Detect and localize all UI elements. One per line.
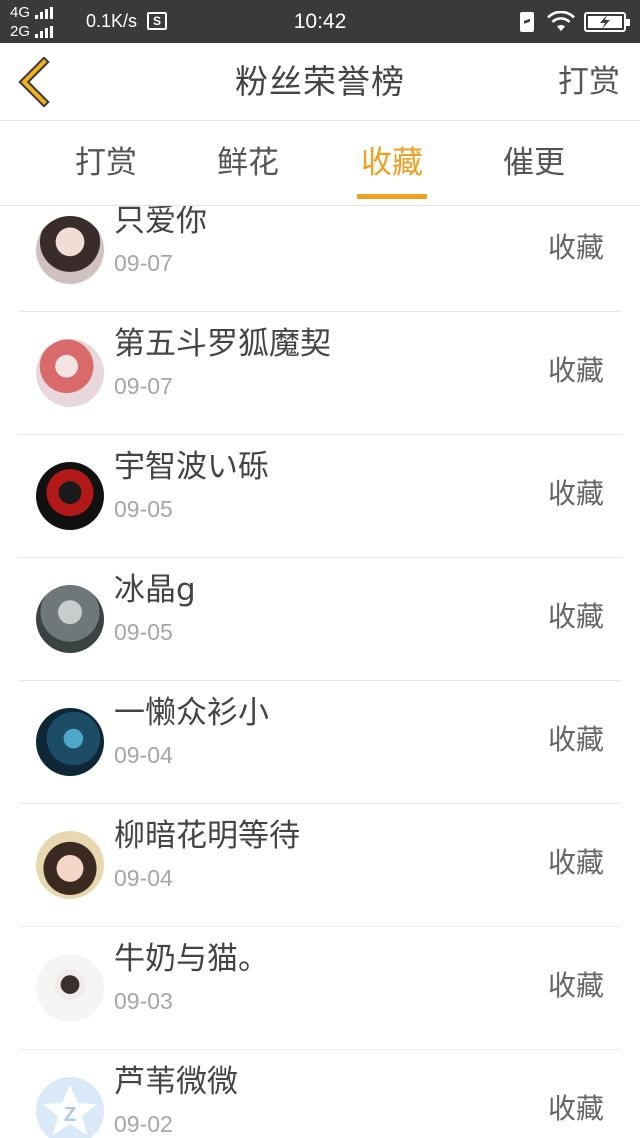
page-title: 粉丝荣誉榜 (235, 62, 405, 101)
avatar (36, 831, 104, 899)
fan-name: 冰晶g (114, 572, 196, 608)
fan-action-label: 收藏 (547, 846, 604, 879)
fan-name: 第五斗罗狐魔契 (114, 326, 331, 362)
svg-text:Z: Z (64, 1104, 76, 1126)
avatar (36, 339, 104, 407)
status-time: 10:42 (293, 10, 347, 33)
avatar (36, 462, 104, 530)
fan-date: 09-05 (114, 496, 173, 522)
fan-name: 柳暗花明等待 (114, 818, 300, 854)
charging-icon (520, 12, 534, 32)
fan-action-label: 收藏 (547, 723, 604, 756)
fan-name: 一懒众衫小 (114, 695, 269, 731)
avatar (36, 216, 104, 284)
fan-action-label: 收藏 (547, 969, 604, 1002)
list-item[interactable]: 柳暗花明等待 09-04 收藏 (0, 804, 640, 927)
fan-name: 芦苇微微 (114, 1064, 238, 1100)
active-tab-indicator (357, 194, 427, 199)
list-item[interactable]: 第五斗罗狐魔契 09-07 收藏 (0, 312, 640, 435)
tab-flowers[interactable]: 鲜花 (188, 142, 308, 184)
fan-date: 09-04 (114, 742, 173, 768)
fan-date: 09-05 (114, 619, 173, 645)
avatar (36, 708, 104, 776)
fan-date: 09-04 (114, 865, 173, 891)
list-item[interactable]: Z 芦苇微微 09-02 收藏 (0, 1050, 640, 1138)
fan-date: 09-07 (114, 250, 173, 276)
fan-name: 宇智波い砾 (114, 449, 269, 485)
fan-date: 09-02 (114, 1111, 173, 1137)
fan-name: 只爱你 (114, 206, 207, 239)
fan-date: 09-03 (114, 988, 173, 1014)
list-item[interactable]: 牛奶与猫。 09-03 收藏 (0, 927, 640, 1050)
avatar: Z (36, 1077, 104, 1138)
fan-action-label: 收藏 (547, 1092, 604, 1125)
tab-bar: 打赏 鲜花 收藏 催更 (0, 122, 640, 206)
fan-action-label: 收藏 (547, 477, 604, 510)
tab-favorites[interactable]: 收藏 (332, 142, 452, 184)
battery-icon (584, 12, 630, 32)
list-item[interactable]: 只爱你 09-07 收藏 (0, 206, 640, 312)
avatar (36, 954, 104, 1022)
list-item[interactable]: 宇智波い砾 09-05 收藏 (0, 435, 640, 558)
app-header: 粉丝荣誉榜 打赏 (0, 43, 640, 121)
avatar (36, 585, 104, 653)
fan-action-label: 收藏 (547, 600, 604, 633)
list-item[interactable]: 一懒众衫小 09-04 收藏 (0, 681, 640, 804)
wifi-icon (547, 11, 575, 31)
list-item[interactable]: 冰晶g 09-05 收藏 (0, 558, 640, 681)
fan-name: 牛奶与猫。 (114, 941, 269, 977)
fan-list: 只爱你 09-07 收藏 第五斗罗狐魔契 09-07 收藏 宇智波い砾 09-0… (0, 206, 640, 1138)
fan-action-label: 收藏 (547, 231, 604, 264)
reward-button[interactable]: 打赏 (558, 61, 620, 103)
default-avatar-icon: Z (43, 1085, 97, 1135)
status-bar: 4G 2G 0.1K/s S 10:42 (0, 0, 640, 43)
fan-date: 09-07 (114, 373, 173, 399)
fan-action-label: 收藏 (547, 354, 604, 387)
tab-reward[interactable]: 打赏 (46, 142, 166, 184)
tab-urge-update[interactable]: 催更 (474, 142, 594, 184)
